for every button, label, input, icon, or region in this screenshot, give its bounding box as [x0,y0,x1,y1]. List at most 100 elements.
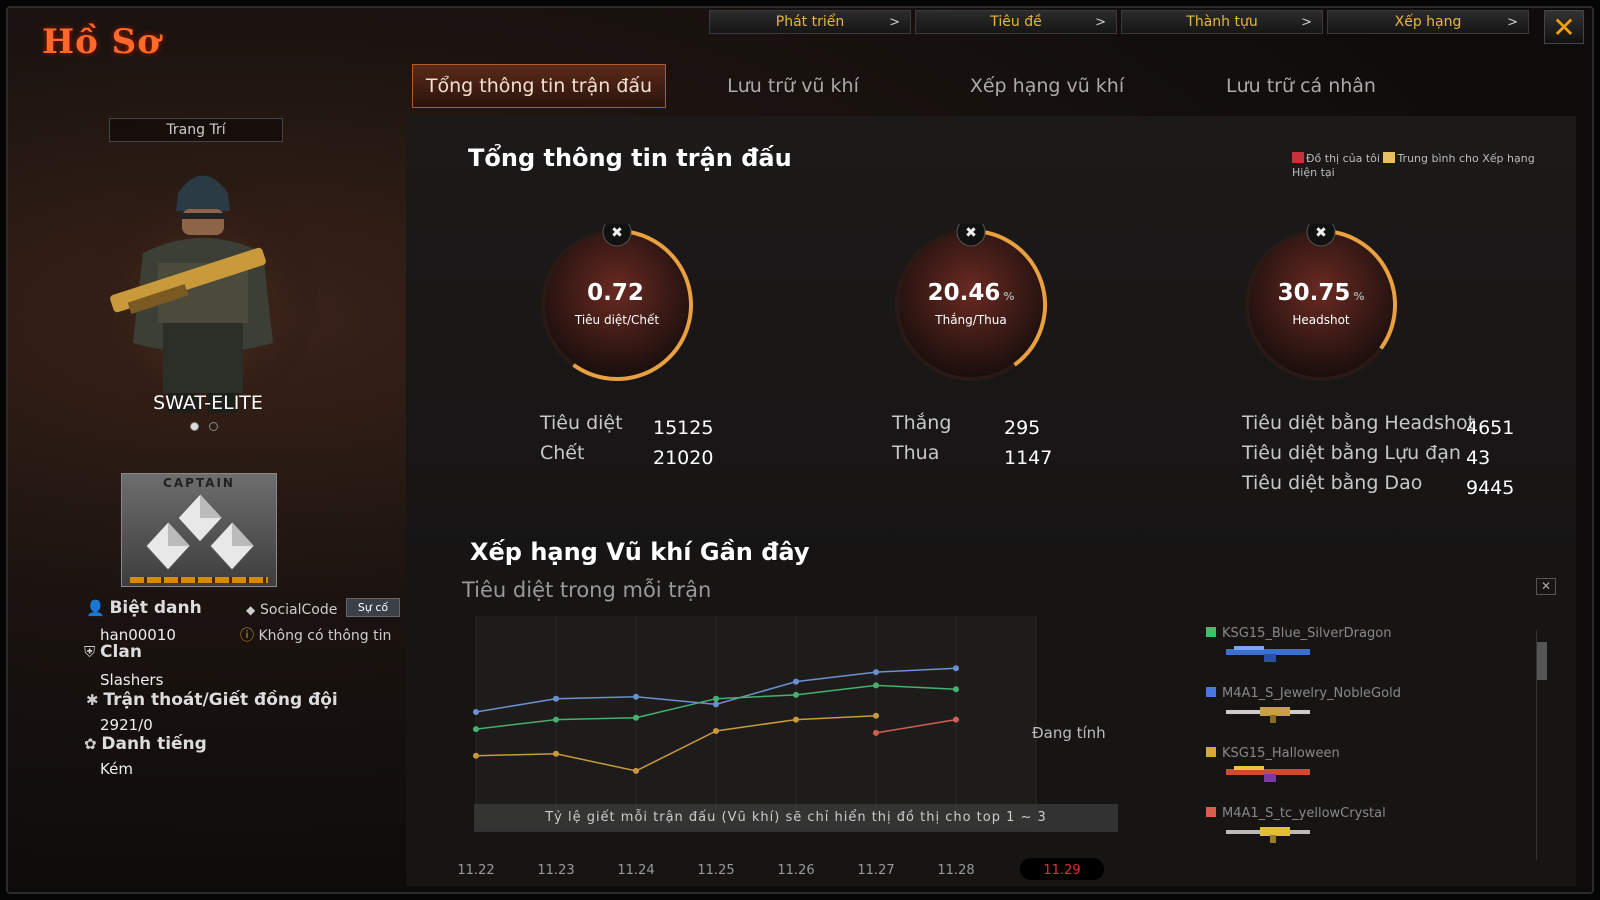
topnav-achievements[interactable]: Thành tựu > [1121,10,1323,34]
rifle-icon [1226,827,1310,843]
stat-label: Chết [540,442,585,464]
data-point [633,693,639,700]
data-point [713,701,719,708]
weapon-chart-panel: Tiêu diệt trong mỗi trận ✕ 11.22 11.23 11.… [406,574,1576,886]
stat-label: Thắng [892,412,952,434]
data-point [873,729,879,736]
gauge-kd: ✖ 0.72 Tiêu diệt/Chết [536,217,698,386]
profile-sidebar: Trang Trí SWAT-ELITE CAPTAIN 👤 Biệt danh… [8,108,408,888]
nickname-row: 👤 Biệt danh [86,598,202,618]
rank-progress-bar [130,577,268,583]
data-point [793,691,799,698]
x-tick-label: 11.24 [617,863,654,878]
data-point [793,678,799,685]
reputation-row: ✿ Danh tiếng [84,734,207,754]
match-summary-panel: Tổng thông tin trận đấu Đồ thị của tôi T… [406,116,1576,886]
weapon-item[interactable]: M4A1_S_tc_yellowCrystal [1206,806,1401,866]
x-tick-label: 11.23 [537,863,574,878]
stat-label: Tiêu diệt [540,412,623,434]
gauge-number: 0.72 [587,280,644,306]
clan-row: ⛨ Clan [84,642,142,662]
x-tick-label: 11.22 [457,863,494,878]
close-icon: ✕ [1540,579,1552,593]
crosshair-rifle-icon-glyph: ✖ [1315,225,1327,241]
data-point [553,695,559,702]
gauge-unit: % [1003,290,1015,303]
data-point [713,695,719,702]
clan-value: Slashers [100,671,164,689]
running-man-icon: ✱ [86,691,99,709]
data-point [553,716,559,723]
weapon-item[interactable]: KSG15_Halloween [1206,746,1401,806]
data-point [633,714,639,721]
weapon-item[interactable]: M4A1_S_Jewelry_NobleGold [1206,686,1401,746]
data-point [873,669,879,676]
gauge-value: 30.75% [1240,280,1402,306]
recent-weapon-title: Xếp hạng Vũ khí Gần đây [470,538,810,566]
chevron-right-icon: > [889,14,900,30]
weapon-name: KSG15_Halloween [1222,746,1340,761]
weapon-list-scrollbar[interactable] [1536,630,1547,860]
topnav-label: Phát triển [775,14,845,30]
desert-value: 2921/0 [100,716,153,734]
gauge-unit: % [1353,290,1365,303]
skull-icon-glyph: ✖ [611,225,623,241]
pager-dot[interactable] [209,422,218,431]
shield-icon: ⛨ [84,643,96,661]
shotgun-icon [1226,766,1310,782]
close-icon: ✕ [1552,10,1576,44]
tab-personal-archive[interactable]: Lưu trữ cá nhân [1174,64,1428,108]
x-tick-label: 11.28 [937,863,974,878]
character-pager [190,422,218,431]
tab-weapon-ranking[interactable]: Xếp hạng vũ khí [920,64,1174,108]
weapon-name: M4A1_S_tc_yellowCrystal [1222,806,1386,821]
topnav-titles[interactable]: Tiêu đề > [915,10,1117,34]
chart-note: Tỷ lệ giết mỗi trận đấu (Vũ khí) sẽ chỉ … [474,804,1118,832]
scroll-thumb[interactable] [1537,642,1547,680]
shotgun-icon [1226,646,1310,662]
panel-close-button[interactable]: ✕ [1536,578,1556,595]
stat-label: Tiêu diệt bằng Dao [1242,472,1423,494]
close-button[interactable]: ✕ [1544,10,1584,44]
reputation-value: Kém [100,760,133,778]
gauge-label: Thắng/Thua [935,313,1007,327]
legend-mine-label: Đồ thị của tôi [1306,152,1380,165]
rifle-icon [1226,707,1310,723]
data-point [953,716,959,723]
pager-dot[interactable] [190,422,199,431]
badge-icon: ✿ [84,735,97,753]
topnav-development[interactable]: Phát triển > [709,10,911,34]
weapon-item[interactable]: KSG15_Blue_SilverDragon [1206,626,1401,686]
person-icon: 👤 [86,599,105,617]
chevron-right-icon: > [1507,14,1518,30]
topnav-rankings[interactable]: Xếp hạng > [1327,10,1529,34]
stat-label: Tiêu diệt bằng Lựu đạn [1242,442,1461,464]
chart-legend: Đồ thị của tôi Trung bình cho Xếp hạng H… [1292,152,1552,180]
topnav-label: Thành tựu [1186,14,1258,30]
data-point [473,726,479,733]
tab-weapon-archive[interactable]: Lưu trữ vũ khí [666,64,920,108]
data-point [793,716,799,723]
rank-title: CAPTAIN [163,476,235,490]
crossed-rifles-icon-glyph: ✖ [965,225,977,241]
stat-label: Tiêu diệt bằng Headshot [1242,412,1476,434]
diamond-rank-icon [145,493,255,571]
gauge-label: Tiêu diệt/Chết [574,313,660,327]
decorate-button[interactable]: Trang Trí [109,118,283,142]
stat-value: 9445 [1466,477,1515,499]
data-point [953,665,959,672]
stat-value: 1147 [1004,447,1053,469]
topnav-label: Tiêu đề [990,14,1042,30]
character-portrait[interactable] [88,153,318,418]
socialcode-value-row: ⓘ Không có thông tin [240,625,391,645]
window-title: Hồ Sơ [42,22,161,62]
weapon-swatch [1206,687,1216,697]
desert-label: Trận thoát/Giết đồng đội [103,690,338,710]
chevron-right-icon: > [1301,14,1312,30]
weapon-name: M4A1_S_Jewelry_NobleGold [1222,686,1401,701]
data-point [713,728,719,734]
stat-value: 21020 [653,447,714,469]
data-point [873,682,879,689]
tab-match-summary[interactable]: Tổng thông tin trận đấu [412,64,666,108]
report-button[interactable]: Sự cố [346,598,400,617]
